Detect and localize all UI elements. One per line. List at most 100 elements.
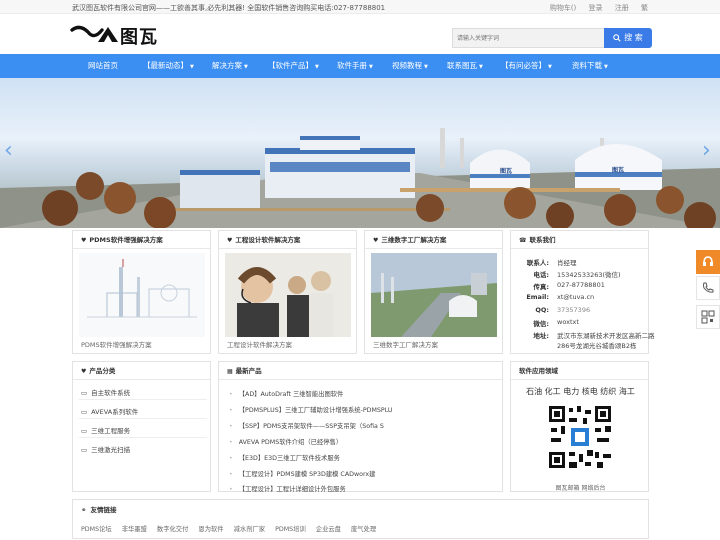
nav-item-contact[interactable]: 联系图瓦 ▼ [447,54,483,78]
bullet-icon: • [229,391,233,398]
customer-service-button[interactable] [696,250,720,274]
chevron-down-icon: ▼ [244,64,248,70]
factory-scene-image [0,128,720,228]
latest-products-header: ▦ 最新产品 [219,362,502,380]
nav-label: 【最新动态】 [143,61,188,70]
plant-sketch-image [79,253,205,337]
header: 图瓦 搜 索 [0,14,720,54]
product-list-item[interactable]: • AVEVA PDMS软件介绍（已经停售） [229,437,342,446]
phone-icon: ☎ [519,237,527,244]
application-fields-panel: 软件应用领域 石油 化工 电力 核电 纺织 海工 图瓦邮箱 网络后台 [510,361,649,492]
card-caption: PDMS软件增强解决方案 [81,341,152,349]
friend-link[interactable]: 恩为软件 [198,526,223,533]
nav-item-videos[interactable]: 视频教程 ▼ [392,54,428,78]
category-panel: ♥ 产品分类 ▭ 自主软件系统 ▭ AVEVA系列软件 ▭ 三维工程服务 ▭ 三维激光扫描 [72,361,211,492]
nav-item-qa[interactable]: 【有问必答】 ▼ [501,54,552,78]
nav-label: 网站首页 [88,61,118,70]
category-item[interactable]: ▭ 三维工程服务 [81,425,130,435]
top-bar: 武汉图瓦软件有限公司官网——工欲善其事,必先利其器! 全国软件销售咨询购买电话:… [0,0,720,14]
product-link: 【AD】AutoDraft 三维智能出图软件 [238,391,344,398]
cart-link[interactable]: 购物车() [550,4,576,12]
phone-button[interactable] [696,276,720,300]
chevron-down-icon: ▼ [315,64,319,70]
fields-header: 软件应用领域 [511,362,648,380]
product-list-item[interactable]: • 【AD】AutoDraft 三维智能出图软件 [229,389,343,398]
qr-caption: 图瓦邮箱 网络后台 [555,485,606,492]
chevron-down-icon: ▼ [369,64,373,70]
qr-code-button[interactable] [696,305,720,329]
banner-prev-arrow-icon[interactable]: ‹ [4,140,13,162]
folder-icon: ▭ [81,446,88,454]
banner-next-arrow-icon[interactable]: › [702,140,711,162]
product-list-item[interactable]: • 【工程设计】工程计详细设计外包服务 [229,484,346,493]
product-list-item[interactable]: • 【E3D】E3D三维工厂软件技术服务 [229,453,340,462]
traditional-chinese-link[interactable]: 繁 [641,4,648,12]
chevron-down-icon: ▼ [479,64,483,70]
hero-banner[interactable]: 图瓦 图瓦 ‹ › [0,78,720,228]
contact-value: 37357396 [557,306,591,314]
grid-icon: ▦ [227,368,233,375]
product-list-item[interactable]: • 【SSP】PDMS支吊架软件——SSP支吊架（Sofia S [229,421,384,430]
nav-label: 【有问必答】 [501,61,546,70]
nav-item-downloads[interactable]: 资料下载 ▼ [572,54,608,78]
contact-title: 联系我们 [529,236,556,244]
card-title: 工程设计软件解决方案 [235,236,301,244]
product-link: 【工程设计】PDMS建模 SP3D建模 CADworx建 [238,471,376,478]
category-label: 三维工程服务 [91,427,131,435]
site-logo[interactable]: 图瓦 [70,22,162,48]
nav-item-products[interactable]: 【软件产品】 ▼ [268,54,319,78]
bullet-icon: • [229,455,233,462]
qr-code-image [547,404,613,470]
product-link: 【工程设计】工程计详细设计外包服务 [238,486,346,493]
digital-factory-image [371,253,497,337]
login-link[interactable]: 登录 [589,4,603,12]
search-input[interactable] [452,28,604,48]
friend-links-header: ⚭ 友情链接 [81,504,116,514]
product-link: 【PDMSPLUS】三维工厂辅助设计增强系统-PDMSPLU [238,407,393,414]
friend-link[interactable]: 非华墨盟 [122,526,147,533]
card-header: ♥ PDMS软件增强解决方案 [73,231,210,249]
product-list-item[interactable]: • 【工程设计】PDMS建模 SP3D建模 CADworx建 [229,469,375,478]
category-label: 自主软件系统 [91,389,131,397]
headset-icon [703,256,713,266]
solution-card-digital-factory[interactable]: ♥ 三维数字工厂解决方案 三维数字工厂解决方案 [364,230,503,354]
category-header: ♥ 产品分类 [73,362,210,380]
contact-value: 15342533263(微信) [557,271,621,279]
divider [79,437,207,438]
heart-icon: ♥ [81,237,87,244]
friend-link[interactable]: 废气处理 [351,526,376,533]
product-list-item[interactable]: • 【PDMSPLUS】三维工厂辅助设计增强系统-PDMSPLU [229,405,393,414]
contact-key: 电话: [533,271,549,279]
category-item[interactable]: ▭ 自主软件系统 [81,387,130,397]
nav-label: 资料下载 [572,61,602,70]
friend-link[interactable]: 减水剂厂家 [234,526,265,533]
link-icon: ⚭ [81,506,87,514]
site-notice: 武汉图瓦软件有限公司官网——工欲善其事,必先利其器! 全国软件销售咨询购买电话:… [72,4,386,12]
chevron-down-icon: ▼ [604,64,608,70]
contact-key: Email: [526,293,549,301]
register-link[interactable]: 注册 [615,4,629,12]
nav-item-news[interactable]: 【最新动态】 ▼ [143,54,194,78]
latest-products-title: 最新产品 [235,367,262,375]
friend-link[interactable]: PDMS论坛 [81,526,112,533]
product-link: 【SSP】PDMS支吊架软件——SSP支吊架（Sofia S [238,423,384,430]
friend-link[interactable]: 数字化交付 [157,526,188,533]
chevron-down-icon: ▼ [190,64,194,70]
search-button-label: 搜 索 [624,33,643,42]
category-label: AVEVA系列软件 [91,408,139,416]
solution-card-engineering[interactable]: ♥ 工程设计软件解决方案 工程设计软件解决方案 [218,230,357,354]
nav-item-manuals[interactable]: 软件手册 ▼ [337,54,373,78]
contact-value: 027-87788801 [557,281,605,289]
contact-email[interactable]: xt@tuva.cn [557,293,594,301]
nav-item-solutions[interactable]: 解决方案 ▼ [212,54,248,78]
friend-links-title: 友情链接 [90,506,117,514]
friend-link[interactable]: PDMS培训 [275,526,306,533]
solution-card-pdms[interactable]: ♥ PDMS软件增强解决方案 PDMS软件增强解决方案 [72,230,211,354]
category-item[interactable]: ▭ AVEVA系列软件 [81,406,138,416]
contact-key: 地址: [533,332,549,340]
category-item[interactable]: ▭ 三维激光扫描 [81,444,130,454]
nav-item-home[interactable]: 网站首页 [88,54,118,78]
friend-link[interactable]: 企业云盘 [316,526,341,533]
contact-key: 传真: [533,283,549,291]
search-button[interactable]: 搜 索 [604,28,652,48]
